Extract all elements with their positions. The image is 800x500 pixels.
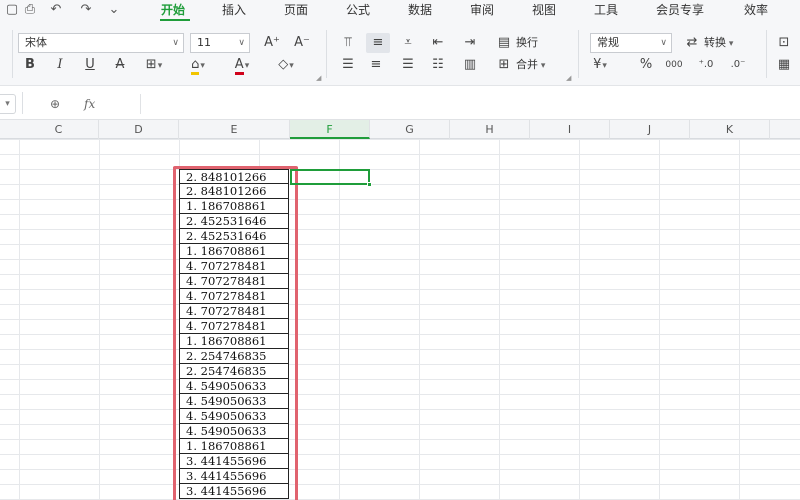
chevron-down-icon: ∨ [172, 38, 179, 48]
tab-review[interactable]: 审阅 [470, 1, 494, 19]
column-header-c[interactable]: C [19, 120, 99, 139]
percent-button[interactable]: % [636, 55, 656, 75]
currency-icon: ¥ [593, 57, 602, 72]
increase-decimal-button[interactable]: ⁺.0 [696, 55, 716, 75]
ribbon: 宋体 ∨ 11 ∨ A⁺ A⁻ B I U A ⊞▾ ⌂▾ A▾ ◇▾ ◢ ⫪ … [0, 22, 800, 86]
justify-button[interactable]: ☷ [428, 55, 448, 75]
active-tab-indicator [160, 19, 190, 21]
tab-efficiency[interactable]: 效率 [744, 1, 768, 19]
convert-label: 转换 [704, 36, 726, 49]
bold-button[interactable]: B [20, 55, 40, 75]
italic-button[interactable]: I [50, 55, 70, 75]
highlight-box [173, 166, 298, 500]
convert-button[interactable]: 转换 ▾ [704, 33, 733, 53]
column-header-j[interactable]: J [610, 120, 690, 139]
fill-color-button[interactable]: ⌂▾ [188, 55, 208, 75]
align-right-button[interactable]: ☰ [398, 55, 418, 75]
font-color-button[interactable]: A▾ [232, 55, 252, 75]
column-headers: C D E F G H I J K [0, 120, 800, 139]
fill-handle[interactable] [367, 182, 372, 187]
clear-format-button[interactable]: ◇▾ [276, 55, 296, 75]
tab-formula[interactable]: 公式 [346, 1, 370, 19]
decrease-indent-button[interactable]: ⇤ [428, 33, 448, 53]
align-bottom-button[interactable]: ⩡ [398, 33, 418, 53]
formula-input[interactable] [140, 94, 800, 114]
column-header-i[interactable]: I [530, 120, 610, 139]
tab-data[interactable]: 数据 [408, 1, 432, 19]
font-name-select[interactable]: 宋体 ∨ [18, 33, 184, 53]
column-header-k[interactable]: K [690, 120, 770, 139]
strikethrough-button[interactable]: A [110, 55, 130, 75]
align-top-button[interactable]: ⫪ [338, 33, 358, 53]
merge-button[interactable]: 合并 ▾ [516, 55, 545, 75]
thousands-separator-button[interactable]: 000 [664, 55, 684, 75]
font-size-select[interactable]: 11 ∨ [190, 33, 250, 53]
align-middle-button[interactable]: ≡ [366, 33, 390, 53]
more-icon[interactable]: ⌄ [104, 1, 124, 19]
merge-icon[interactable]: ⊞ [494, 55, 514, 75]
font-name-value: 宋体 [25, 36, 47, 49]
name-box[interactable]: ▾ [0, 94, 16, 114]
undo-icon[interactable]: ↶ [46, 1, 66, 19]
number-format-value: 常规 [597, 36, 619, 49]
convert-icon[interactable]: ⇄ [682, 33, 702, 53]
column-header-h[interactable]: H [450, 120, 530, 139]
tab-home[interactable]: 开始 [161, 1, 185, 19]
decrease-decimal-button[interactable]: .0⁻ [728, 55, 748, 75]
alignment-dialog-launcher-icon[interactable]: ◢ [566, 74, 571, 82]
increase-indent-button[interactable]: ⇥ [460, 33, 480, 53]
conditional-format-icon[interactable]: ⊡ [774, 33, 794, 53]
insert-function-button[interactable]: fx [84, 94, 95, 114]
decrease-font-button[interactable]: A⁻ [292, 33, 312, 53]
font-dialog-launcher-icon[interactable]: ◢ [316, 74, 321, 82]
tab-page[interactable]: 页面 [284, 1, 308, 19]
selected-cell-f3[interactable] [290, 169, 370, 185]
border-button[interactable]: ⊞▾ [144, 55, 164, 75]
font-color-icon: A [234, 57, 244, 75]
column-header-f[interactable]: F [290, 120, 370, 139]
tab-tools[interactable]: 工具 [594, 1, 618, 19]
wrap-text-button[interactable]: 换行 [516, 33, 538, 53]
table-style-icon[interactable]: ▦ [774, 55, 794, 75]
paint-bucket-icon: ⌂ [191, 57, 200, 75]
number-format-select[interactable]: 常规 ∨ [590, 33, 672, 53]
chevron-down-icon: ∨ [238, 38, 245, 48]
underline-button[interactable]: U [80, 55, 100, 75]
currency-button[interactable]: ¥▾ [590, 55, 610, 75]
redo-icon[interactable]: ↷ [76, 1, 96, 19]
increase-font-button[interactable]: A⁺ [262, 33, 282, 53]
tab-member[interactable]: 会员专享 [656, 1, 704, 19]
eraser-icon: ◇ [278, 57, 289, 72]
column-header-e[interactable]: E [179, 120, 290, 139]
menu-bar: ▢ ⎙ ↶ ↷ ⌄ 开始 插入 页面 公式 数据 审阅 视图 工具 会员专享 效… [0, 0, 800, 22]
cell-grid[interactable]: 2. 848101266 2. 848101266 1. 186708861 2. 4… [0, 139, 800, 500]
align-left-button[interactable]: ☰ [338, 55, 358, 75]
tab-view[interactable]: 视图 [532, 1, 556, 19]
save-icon[interactable]: ▢ [2, 1, 22, 19]
tab-insert[interactable]: 插入 [222, 1, 246, 19]
merge-label: 合并 [516, 58, 538, 71]
column-header-g[interactable]: G [370, 120, 450, 139]
chevron-down-icon: ∨ [660, 38, 667, 48]
wrap-text-icon[interactable]: ▤ [494, 33, 514, 53]
print-preview-icon[interactable]: ⎙ [20, 1, 40, 19]
formula-bar: ▾ ⊕ fx [0, 86, 800, 120]
spreadsheet-window: ▢ ⎙ ↶ ↷ ⌄ 开始 插入 页面 公式 数据 审阅 视图 工具 会员专享 效… [0, 0, 800, 500]
font-size-value: 11 [197, 36, 211, 49]
column-header-d[interactable]: D [99, 120, 179, 139]
zoom-formula-icon[interactable]: ⊕ [50, 94, 60, 114]
align-center-button[interactable]: ≡ [366, 55, 386, 75]
border-icon: ⊞ [145, 57, 157, 72]
distribute-button[interactable]: ▥ [460, 55, 480, 75]
